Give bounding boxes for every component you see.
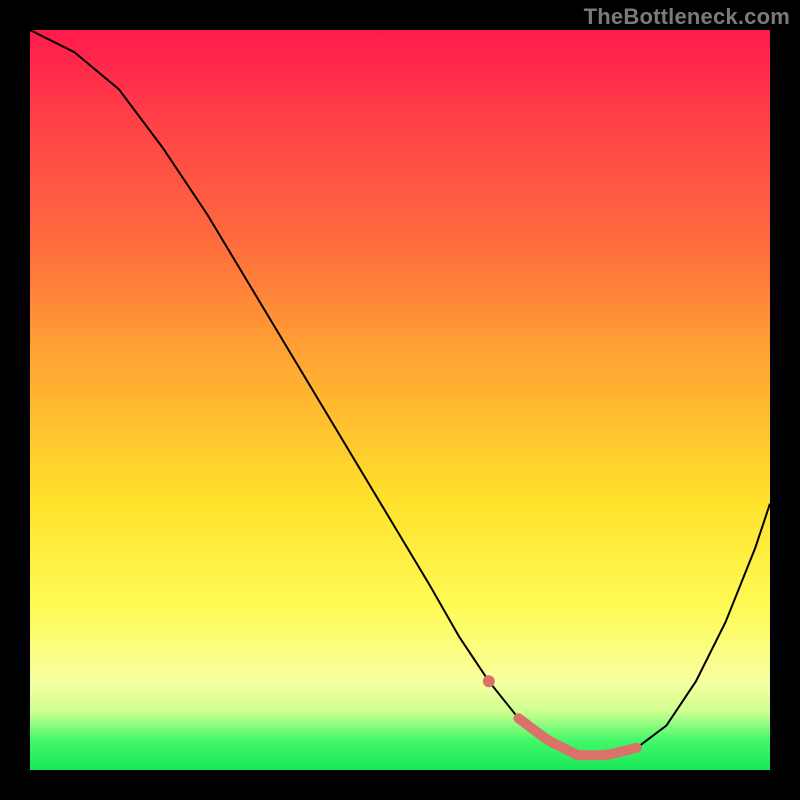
- watermark-text: TheBottleneck.com: [584, 4, 790, 30]
- plot-area: [30, 30, 770, 770]
- bottleneck-curve: [30, 30, 770, 755]
- chart-frame: TheBottleneck.com: [0, 0, 800, 800]
- optimal-range-segment: [518, 718, 636, 755]
- plot-svg: [30, 30, 770, 770]
- optimal-range-dot: [483, 675, 495, 687]
